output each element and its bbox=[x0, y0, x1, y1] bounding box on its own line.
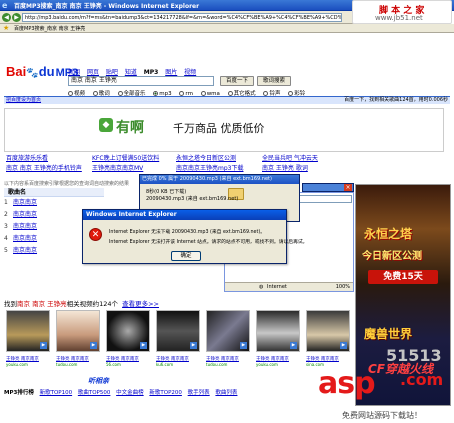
song-column-header: 歌曲名 bbox=[4, 188, 104, 197]
ad-free-badge[interactable]: 免费15天 bbox=[368, 270, 438, 284]
search-input[interactable]: 南京 南京 王铮亮 bbox=[68, 76, 214, 86]
download-dialog-title: 已完成 0% 属于 20090430.mp3 (来自 ext.bm169.net… bbox=[140, 175, 299, 184]
watermark-asp: asp bbox=[318, 366, 376, 401]
video-thumbnail[interactable]: ▶ bbox=[206, 310, 250, 352]
tab-news[interactable]: 新闻 bbox=[68, 69, 80, 76]
tab-tieba[interactable]: 贴吧 bbox=[106, 69, 118, 76]
video-thumbnail[interactable]: ▶ bbox=[6, 310, 50, 352]
song-title-link[interactable]: 南京南京 bbox=[13, 223, 37, 230]
forward-icon[interactable]: ▶ bbox=[12, 13, 21, 22]
chart-link[interactable]: 新歌TOP100 bbox=[40, 390, 73, 396]
set-homepage-link[interactable]: 把百度设为首页 bbox=[6, 97, 41, 104]
search-disclaimer: 以下内容系百度搜索引擎根据您的查询词自动搜索的结果 bbox=[4, 181, 130, 187]
favorites-bar: ★ 百度MP3搜索_南京 南京 王铮亮 bbox=[0, 24, 454, 33]
watermark-com: .com bbox=[400, 370, 444, 389]
video-source: tudou.com bbox=[56, 362, 78, 367]
tab-images[interactable]: 图片 bbox=[165, 69, 177, 76]
related-link-4[interactable]: 南京 王铮亮 歌词 bbox=[262, 163, 308, 172]
play-icon: ▶ bbox=[140, 342, 147, 349]
play-icon: ▶ bbox=[90, 342, 97, 349]
current-tab-label[interactable]: 百度MP3搜索_南京 南京 王铮亮 bbox=[14, 25, 85, 32]
result-count: 百度一下，找到相关歌曲124首，用时0.006秒 bbox=[344, 97, 448, 103]
tab-zhidao[interactable]: 知道 bbox=[125, 69, 137, 76]
video-source: ku6.com bbox=[156, 362, 174, 367]
ad-game-title-1: 永恒之塔 bbox=[364, 227, 413, 241]
search-tabs: 新闻 网页 贴吧 知道 MP3 图片 视频 bbox=[68, 67, 201, 76]
video-thumbnail[interactable]: ▶ bbox=[56, 310, 100, 352]
related-link-3[interactable]: 南京南京王铮亮mp3下载 bbox=[176, 163, 243, 172]
video-source: youku.com bbox=[256, 362, 278, 367]
video-thumbnail[interactable]: ▶ bbox=[106, 310, 150, 352]
asp51513-watermark: 51513 asp .com 免费网站源码下载站！ bbox=[318, 324, 454, 423]
chart-links-heading: MP3排行榜 bbox=[4, 390, 34, 396]
chart-link[interactable]: 歌手列表 bbox=[188, 390, 210, 396]
chart-link[interactable]: 新歌TOP200 bbox=[149, 390, 182, 396]
song-title-link[interactable]: 南京南京 bbox=[13, 235, 37, 242]
song-title-link[interactable]: 南京南京 bbox=[13, 247, 37, 254]
background-window-titlebar: × bbox=[302, 183, 354, 192]
lyrics-search-button[interactable]: 歌词搜索 bbox=[257, 76, 291, 86]
video-thumbnail[interactable]: ▶ bbox=[156, 310, 200, 352]
error-icon: ✕ bbox=[89, 228, 102, 241]
related-link-1[interactable]: 南京 南京 王铮亮的手机铃声 bbox=[6, 163, 82, 172]
play-icon: ▶ bbox=[290, 342, 297, 349]
song-title-link[interactable]: 南京南京 bbox=[13, 199, 37, 206]
tab-web[interactable]: 网页 bbox=[87, 69, 99, 76]
ie-error-dialog: Windows Internet Explorer ✕ Internet Exp… bbox=[82, 209, 307, 264]
chart-link[interactable]: 歌曲TOP500 bbox=[78, 390, 111, 396]
tingxiangqin-logo[interactable]: 听相亲 bbox=[88, 376, 109, 386]
error-message-line-2: Internet Explorer 无法打开该 Internet 站点。请求的站… bbox=[109, 240, 308, 245]
promo-link-2[interactable]: KFC晚上订餐满50送饮料 bbox=[92, 153, 159, 162]
tab-mp3[interactable]: MP3 bbox=[144, 69, 159, 76]
download-progress-text: 8秒(0 KB 已下载) bbox=[146, 189, 187, 195]
error-message-line-1: Internet Explorer 无法下载 20090430.mp3 (来自 … bbox=[109, 230, 266, 235]
ad-slogan: 千万商品 优质低价 bbox=[173, 122, 265, 135]
address-bar: ◀ ▶ http://mp3.baidu.com/m?f=ms&tn=baidu… bbox=[0, 11, 354, 24]
bg-window-status-bar: ◍ Internet 100% bbox=[225, 282, 353, 291]
search-button[interactable]: 百度一下 bbox=[220, 76, 254, 86]
play-icon: ▶ bbox=[190, 342, 197, 349]
ad-game-subtitle: 今日新区公测 bbox=[362, 251, 422, 262]
video-thumbnail[interactable]: ▶ bbox=[256, 310, 300, 352]
zoom-level[interactable]: 100% bbox=[336, 283, 350, 291]
video-thumbnails: ▶ 王铮亮 南京南京 youku.com ▶ 王铮亮 南京南京 tudou.co… bbox=[6, 310, 351, 370]
ad-brand: 有啊 bbox=[116, 120, 144, 136]
promo-link-4[interactable]: 全民当兵吧 气冲云天 bbox=[262, 153, 318, 162]
promo-link-1[interactable]: 百度旅游乐乐看 bbox=[6, 153, 48, 162]
ok-button[interactable]: 确定 bbox=[171, 251, 201, 261]
play-icon: ▶ bbox=[240, 342, 247, 349]
shopping-bag-icon: ◆ bbox=[99, 118, 113, 132]
url-input[interactable]: http://mp3.baidu.com/m?f=ms&tn=baidump3&… bbox=[22, 13, 342, 22]
window-title: 百度MP3搜索_南京 南京 王铮亮 - Windows Internet Exp… bbox=[14, 3, 200, 10]
video-results-heading: 找到南京 南京 王铮亮相关视频约124个 查看更多>> bbox=[4, 300, 159, 308]
video-source: 56.com bbox=[106, 362, 121, 367]
back-icon[interactable]: ◀ bbox=[2, 13, 11, 22]
jb51-logo: 脚 本 之 家 www.jb51.net bbox=[352, 0, 452, 24]
paw-icon: 🐾 bbox=[26, 68, 39, 79]
related-link-2[interactable]: 王铮亮南京南京MV bbox=[92, 163, 143, 172]
jb51-url: www.jb51.net bbox=[375, 14, 423, 22]
more-videos-link[interactable]: 查看更多>> bbox=[122, 300, 159, 308]
play-icon: ▶ bbox=[40, 342, 47, 349]
video-source: tudou.com bbox=[206, 362, 228, 367]
video-source: youku.com bbox=[6, 362, 28, 367]
watermark-number: 51513 bbox=[386, 346, 442, 365]
song-title-link[interactable]: 南京南京 bbox=[13, 211, 37, 218]
tab-video[interactable]: 视频 bbox=[184, 69, 196, 76]
mp3-chart-links: MP3排行榜 新歌TOP100 歌曲TOP500 中文金曲榜 新歌TOP200 … bbox=[4, 388, 241, 396]
chart-link[interactable]: 中文金曲榜 bbox=[116, 390, 144, 396]
result-summary-bar: 把百度设为首页 百度一下，找到相关歌曲124首，用时0.006秒 bbox=[4, 96, 450, 104]
youa-banner-ad[interactable]: ◆ 有啊 千万商品 优质低价 bbox=[4, 108, 444, 152]
table-row: 1 南京南京 bbox=[4, 199, 38, 206]
favorites-star-icon[interactable]: ★ bbox=[3, 24, 9, 33]
promo-link-3[interactable]: 永恒之塔今日新区公测 bbox=[176, 153, 236, 162]
close-icon[interactable]: × bbox=[344, 184, 352, 191]
zone-label: Internet bbox=[267, 284, 287, 290]
error-dialog-title: Windows Internet Explorer bbox=[83, 210, 286, 220]
chart-link[interactable]: 歌曲列表 bbox=[215, 390, 237, 396]
download-file-text: 20090430.mp3 (来自 ext.bm169.net) bbox=[146, 196, 239, 202]
watermark-slogan: 免费网站源码下载站！ bbox=[342, 410, 422, 421]
ie-icon: e bbox=[2, 1, 8, 10]
globe-icon: ◍ bbox=[259, 284, 264, 290]
